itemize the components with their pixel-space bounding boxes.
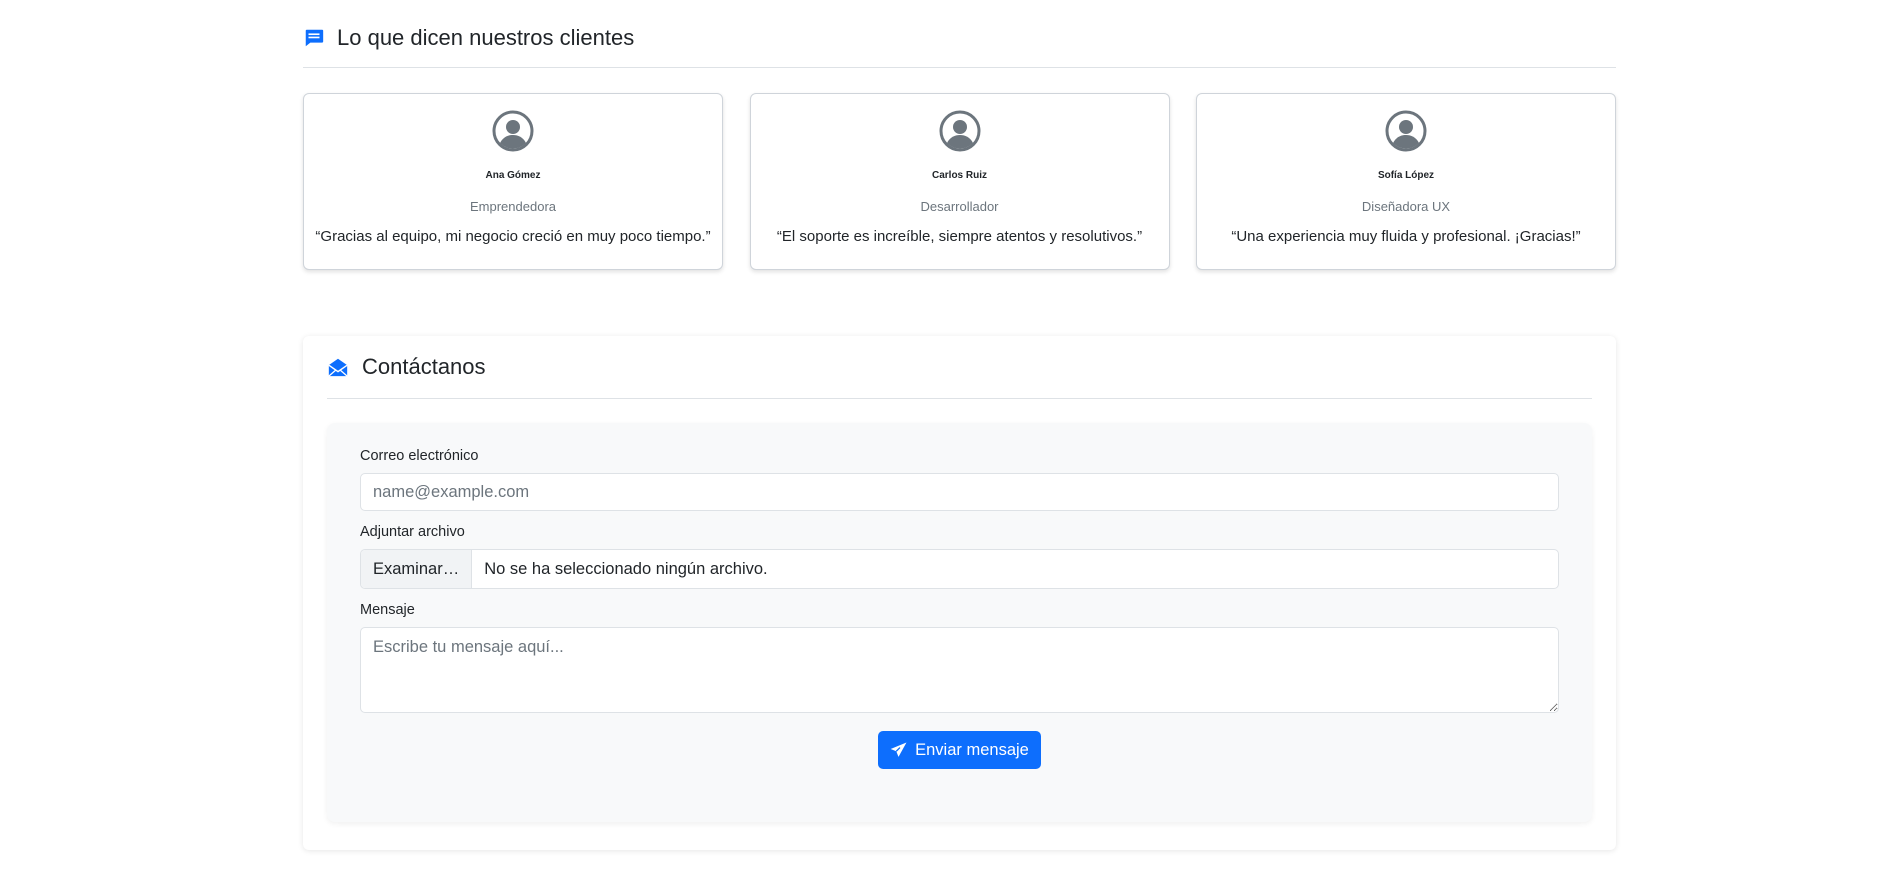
- send-icon: [890, 742, 907, 759]
- contact-form: Correo electrónico Adjuntar archivo Exam…: [327, 423, 1592, 822]
- user-avatar-icon: [939, 110, 981, 152]
- file-status: No se ha seleccionado ningún archivo.: [484, 559, 768, 578]
- testimonial-name: Sofía López: [1377, 170, 1435, 181]
- testimonial-quote: “Una experiencia muy fluida y profesiona…: [1231, 228, 1581, 245]
- chat-bubble-icon: [303, 27, 325, 49]
- browse-button[interactable]: Examinar…: [361, 550, 473, 588]
- file-group: Adjuntar archivo Examinar… No se ha sele…: [360, 524, 1559, 589]
- page-container: Lo que dicen nuestros clientes Ana Gómez…: [303, 0, 1616, 850]
- testimonials-header: Lo que dicen nuestros clientes: [303, 0, 1616, 68]
- testimonials-list: Ana Gómez Emprendedora “Gracias al equip…: [303, 93, 1616, 270]
- email-field[interactable]: [360, 473, 1559, 511]
- testimonial-quote: “El soporte es increíble, siempre atento…: [776, 228, 1143, 245]
- testimonials-title: Lo que dicen nuestros clientes: [337, 24, 635, 50]
- testimonial-name: Ana Gómez: [485, 170, 541, 181]
- testimonial-quote: “Gracias al equipo, mi negocio creció en…: [315, 228, 711, 245]
- send-message-label: Enviar mensaje: [915, 740, 1029, 759]
- testimonial-role: Emprendedora: [470, 199, 556, 214]
- message-label: Mensaje: [360, 602, 415, 618]
- user-avatar-icon: [1385, 110, 1427, 152]
- testimonial-role: Diseñadora UX: [1361, 199, 1451, 214]
- contact-title: Contáctanos: [362, 354, 486, 379]
- file-input[interactable]: Examinar… No se ha seleccionado ningún a…: [360, 549, 1559, 589]
- envelope-open-icon: [327, 356, 349, 378]
- message-textarea[interactable]: [360, 627, 1559, 713]
- submit-row: Enviar mensaje: [360, 731, 1559, 769]
- email-label: Correo electrónico: [360, 448, 479, 464]
- testimonial-card: Carlos Ruiz Desarrollador “El soporte es…: [749, 93, 1170, 270]
- message-group: Mensaje: [360, 602, 1559, 718]
- send-message-button[interactable]: Enviar mensaje: [878, 731, 1041, 769]
- email-group: Correo electrónico: [360, 448, 1559, 511]
- contact-section: Contáctanos Correo electrónico Adjuntar …: [303, 336, 1616, 850]
- testimonial-name: Carlos Ruiz: [931, 170, 987, 181]
- testimonial-card: Ana Gómez Emprendedora “Gracias al equip…: [303, 93, 723, 270]
- file-label: Adjuntar archivo: [360, 524, 465, 540]
- testimonial-card: Sofía López Diseñadora UX “Una experienc…: [1196, 93, 1616, 270]
- testimonial-role: Desarrollador: [920, 199, 999, 214]
- contact-header: Contáctanos: [327, 336, 1592, 399]
- user-avatar-icon: [492, 110, 534, 152]
